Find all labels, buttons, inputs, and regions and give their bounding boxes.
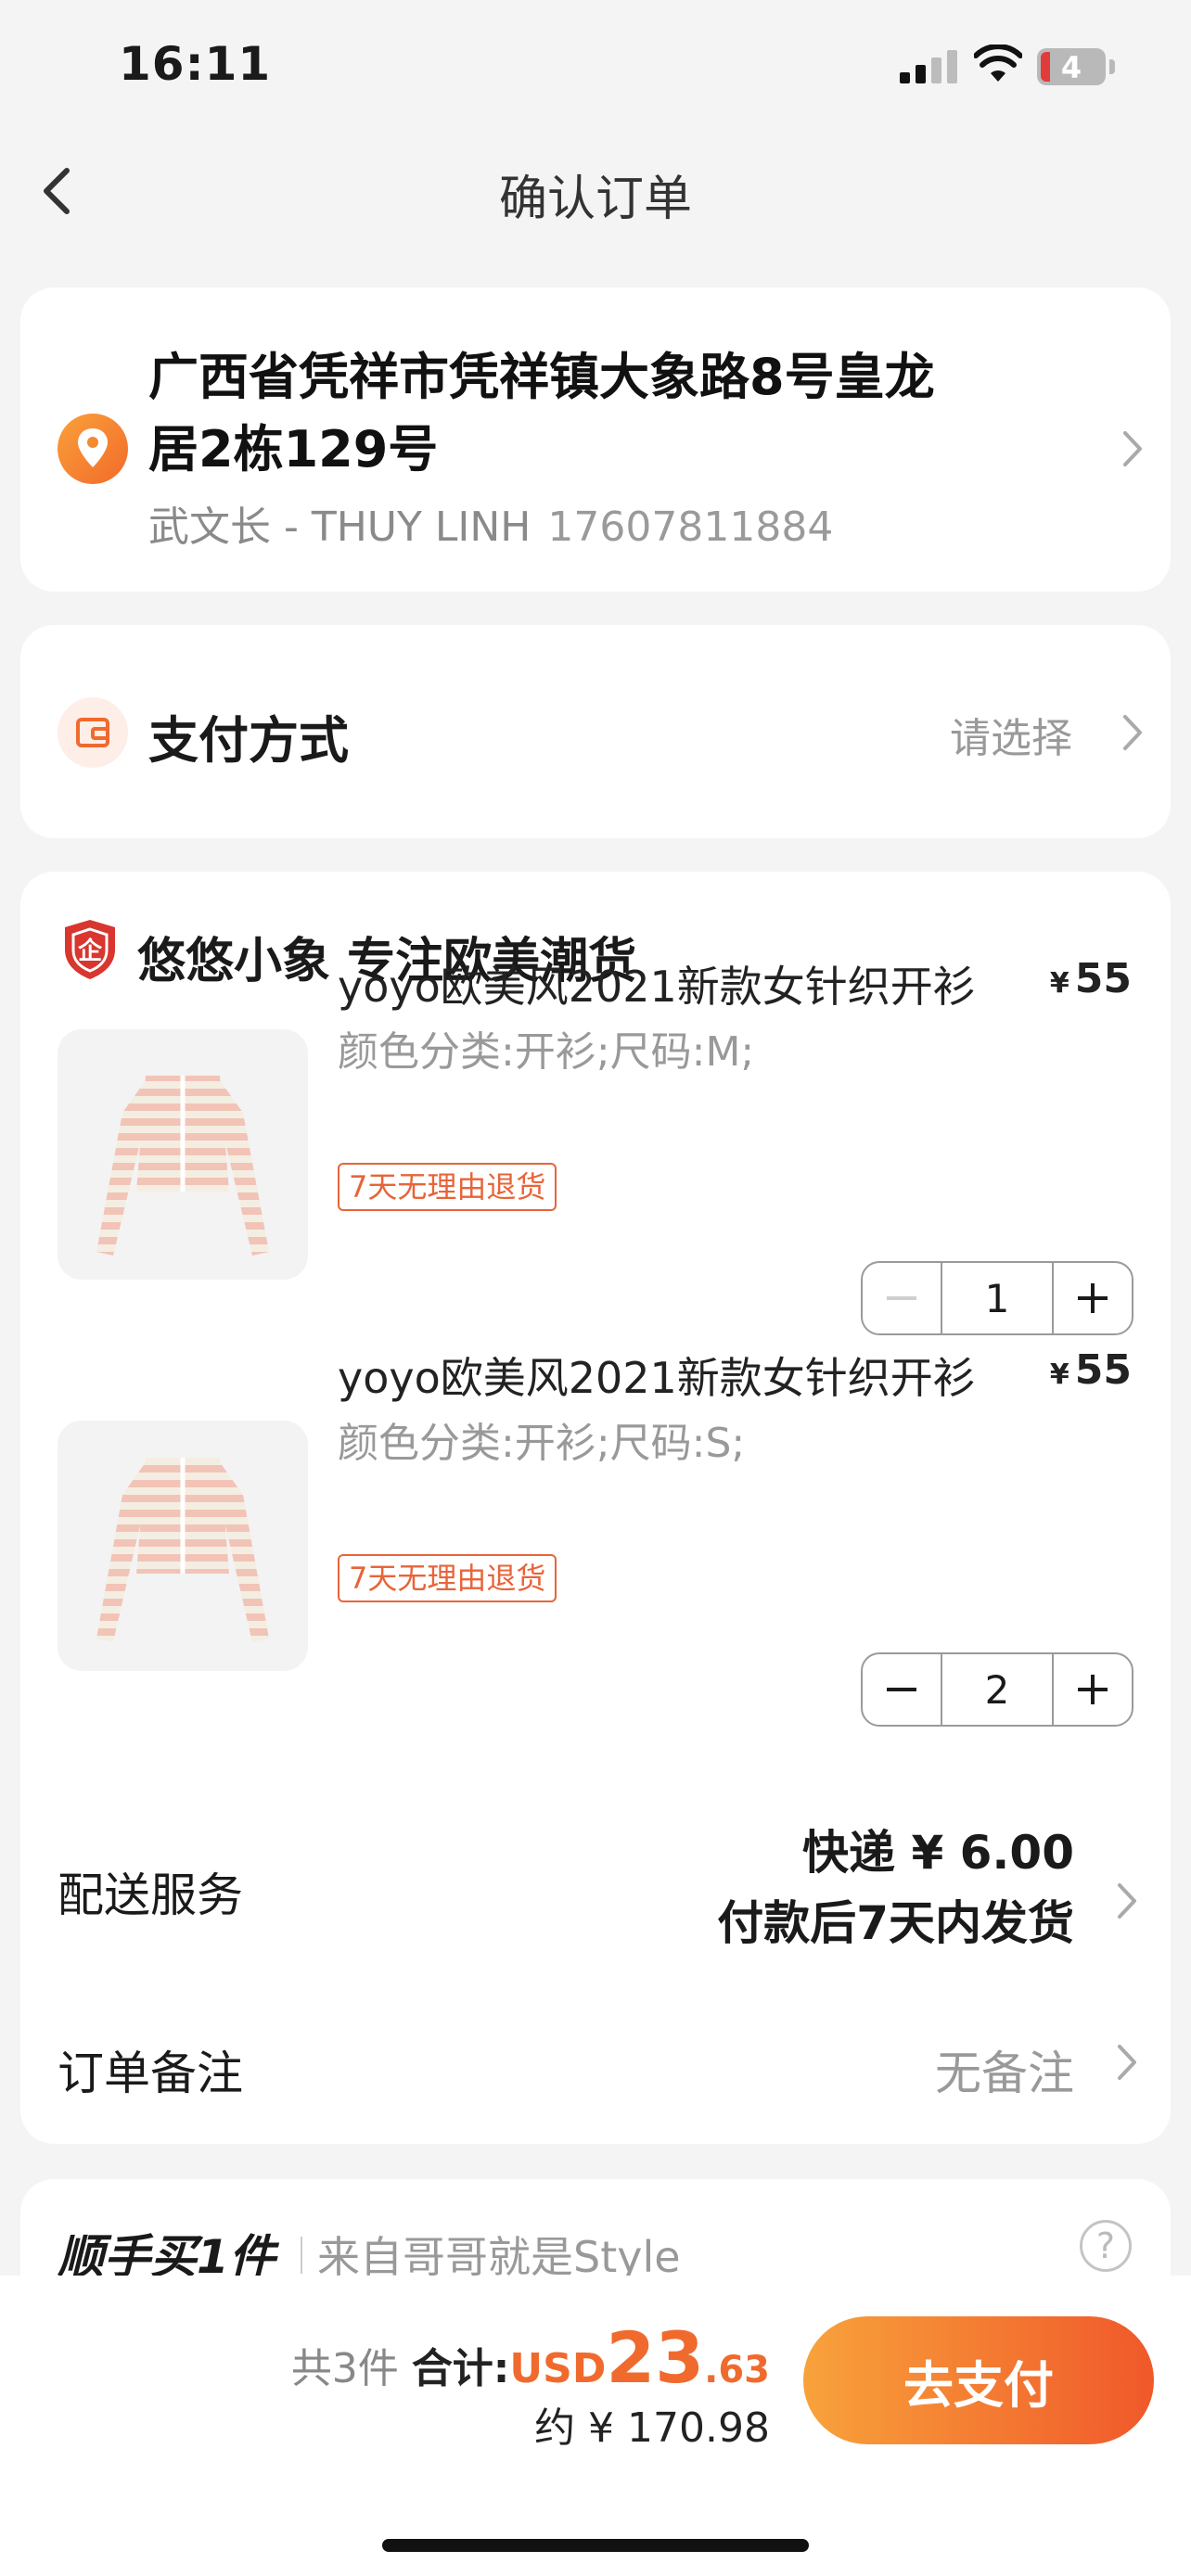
payment-method-value[interactable]: 请选择	[950, 705, 1072, 764]
address-line-1: 广西省凭祥市凭祥镇大象路8号皇龙	[148, 348, 935, 406]
decrease-button[interactable]	[863, 1654, 941, 1725]
product-title[interactable]: yoyo欧美风2021新款女针织开衫	[338, 1345, 976, 1406]
minus-icon	[887, 1296, 916, 1300]
wallet-icon	[58, 697, 128, 768]
chevron-right-icon	[1123, 715, 1142, 750]
contact-name: 武文长 - THUY LINH	[148, 504, 531, 551]
quantity-value[interactable]: 2	[941, 1654, 1054, 1725]
return-policy-tag: 7天无理由退货	[338, 1163, 557, 1211]
total-amount-integer: 23	[606, 2316, 705, 2399]
checkout-bar: 共3件 合计: USD 23 .63 约 ¥ 170.98 去支付	[0, 2276, 1191, 2576]
shop-shield-icon: 企	[65, 920, 115, 979]
product-image[interactable]	[58, 1421, 308, 1671]
chevron-right-icon[interactable]	[1115, 2042, 1139, 2083]
payment-method-label: 支付方式	[148, 711, 349, 770]
quantity-value[interactable]: 1	[941, 1263, 1054, 1333]
battery-icon: 4	[1037, 48, 1106, 85]
product-price: ¥55	[1049, 955, 1132, 1002]
cellular-signal-icon	[900, 50, 957, 83]
decrease-button[interactable]	[863, 1263, 941, 1333]
wifi-icon	[974, 45, 1022, 82]
svg-text:企: 企	[78, 937, 103, 965]
quantity-stepper[interactable]: 2	[861, 1652, 1133, 1727]
increase-button[interactable]	[1054, 1654, 1132, 1725]
minus-icon	[887, 1688, 916, 1691]
total-currency: USD	[509, 2345, 607, 2392]
contact-info: 武文长 - THUY LINH 17607811884	[148, 493, 833, 553]
help-icon[interactable]: ?	[1080, 2220, 1132, 2272]
chevron-right-icon[interactable]	[1115, 1881, 1139, 1921]
home-indicator[interactable]	[382, 2539, 809, 2552]
delivery-service-label: 配送服务	[58, 1868, 243, 1922]
quantity-stepper[interactable]: 1	[861, 1261, 1133, 1335]
plus-icon	[1078, 1283, 1108, 1313]
product-spec: 颜色分类:开衫;尺码:M;	[338, 1028, 755, 1076]
order-total: 共3件 合计: USD 23 .63	[291, 2316, 770, 2399]
plus-icon	[1078, 1675, 1108, 1704]
product-spec: 颜色分类:开衫;尺码:S;	[338, 1420, 746, 1467]
battery-level: 4	[1060, 50, 1082, 85]
location-pin-icon	[58, 414, 128, 484]
status-time: 16:11	[119, 37, 272, 91]
total-amount-decimal: .63	[704, 2349, 770, 2391]
address-line-2: 居2栋129号	[148, 420, 439, 478]
return-policy-tag: 7天无理由退货	[338, 1554, 557, 1602]
divider	[301, 2237, 302, 2274]
approx-cny-total: 约 ¥ 170.98	[534, 2404, 770, 2452]
order-remark-value[interactable]: 无备注	[935, 2036, 1074, 2103]
delivery-eta: 付款后7天内发货	[717, 1896, 1074, 1950]
contact-phone: 17607811884	[547, 504, 834, 551]
battery-tip	[1109, 59, 1115, 74]
product-title[interactable]: yoyo欧美风2021新款女针织开衫	[338, 953, 976, 1014]
payment-method-row[interactable]: 支付方式 请选择	[20, 625, 1171, 838]
order-remark-label: 订单备注	[58, 2047, 243, 2100]
total-label: 合计:	[411, 2345, 510, 2392]
pay-button[interactable]: 去支付	[803, 2316, 1154, 2444]
address-card[interactable]: 广西省凭祥市凭祥镇大象路8号皇龙 居2栋129号 武文长 - THUY LINH…	[20, 287, 1171, 592]
delivery-method[interactable]: 快递 ¥ 6.00	[802, 1816, 1074, 1882]
product-image[interactable]	[58, 1029, 308, 1280]
chevron-right-icon	[1123, 431, 1142, 466]
increase-button[interactable]	[1054, 1263, 1132, 1333]
item-count: 共3件	[290, 2345, 399, 2392]
page-title: 确认订单	[498, 172, 692, 227]
product-price: ¥55	[1049, 1346, 1132, 1394]
shop-order-card: 企 悠悠小象 专注欧美潮货 yoyo欧美风2021新款女针织开衫 ¥55 颜色分…	[20, 872, 1171, 2144]
